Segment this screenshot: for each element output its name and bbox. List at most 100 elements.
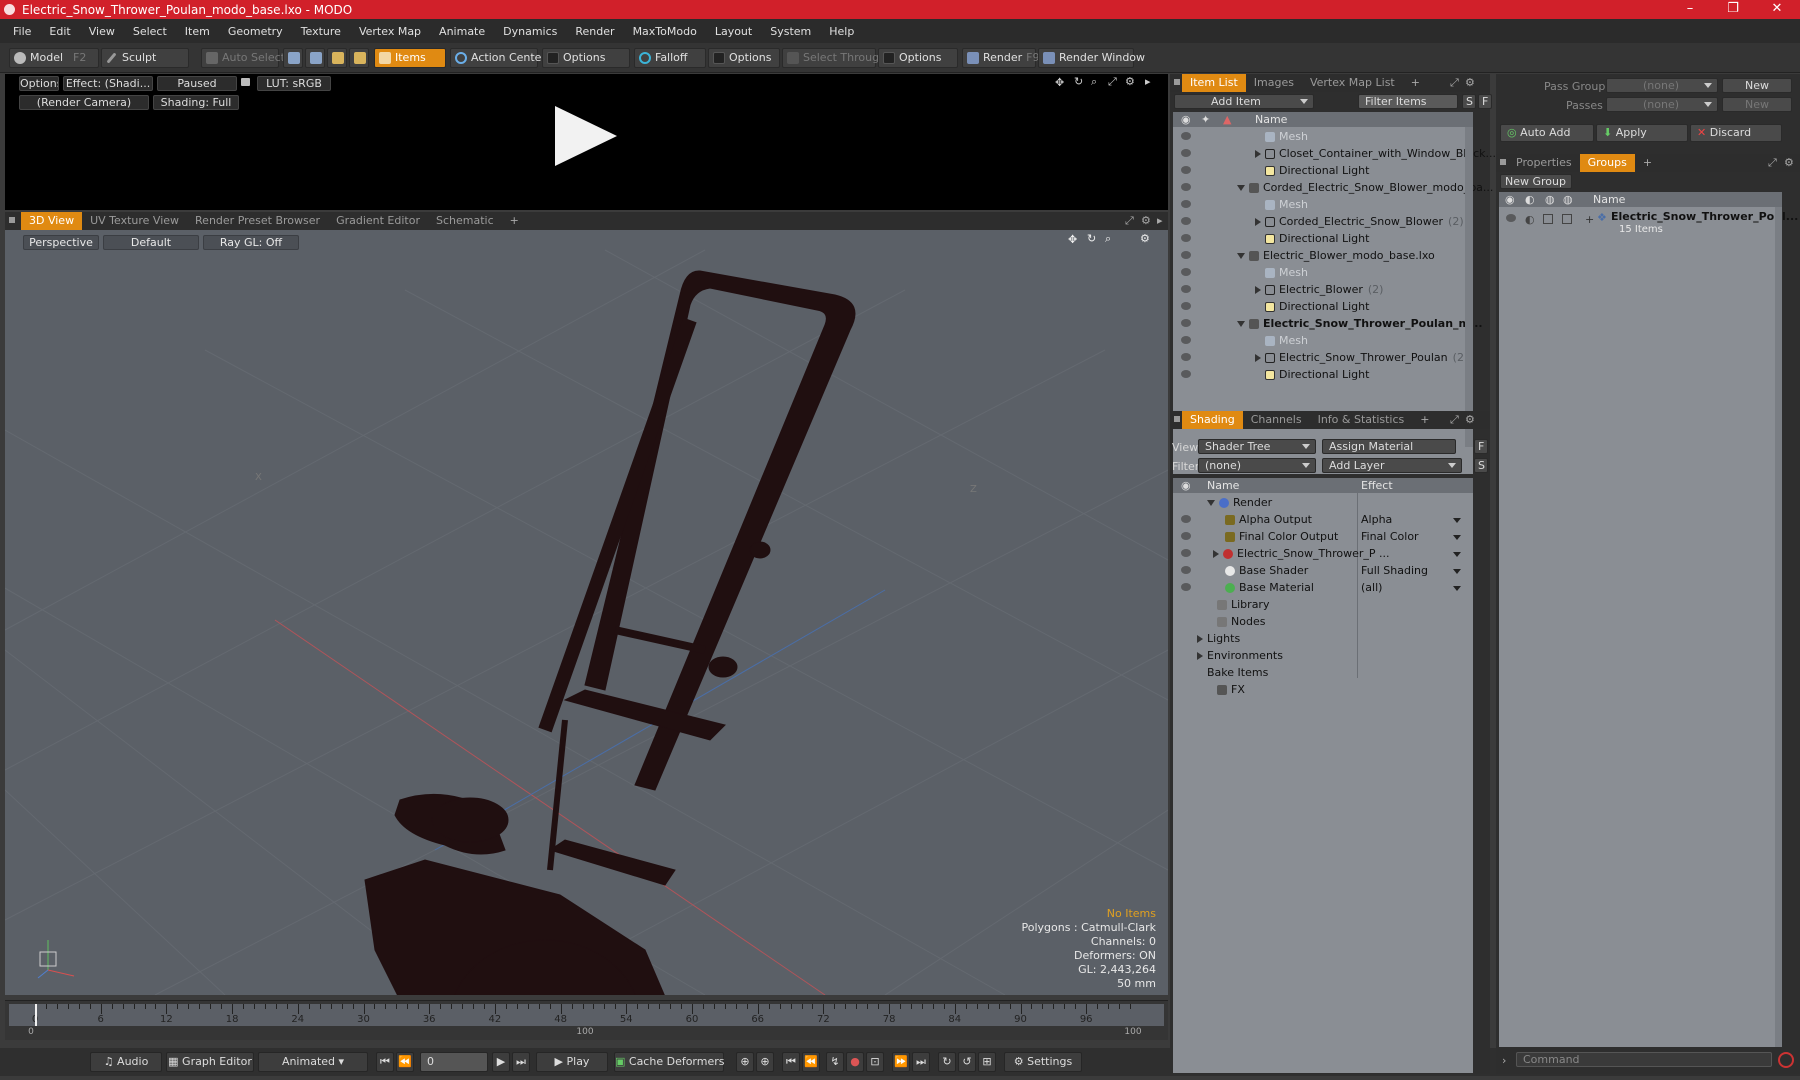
visibility-eye-icon[interactable] — [1181, 370, 1191, 378]
rotate-icon[interactable]: ↻ — [1074, 75, 1083, 88]
tab-info-statistics[interactable]: Info & Statistics — [1310, 411, 1413, 429]
menu-animate[interactable]: Animate — [430, 25, 494, 38]
visibility-eye-icon[interactable] — [1181, 583, 1191, 591]
shader-tree-row[interactable]: Bake Items — [1173, 664, 1463, 681]
graph-editor-button[interactable]: ▦ Graph Editor — [166, 1052, 254, 1072]
menu-item[interactable]: Item — [176, 25, 219, 38]
expand-icon[interactable]: ⤢ — [1450, 76, 1459, 90]
item-list-row[interactable]: Mesh — [1173, 332, 1463, 349]
group-render-icon[interactable]: ◐ — [1525, 213, 1535, 226]
visibility-eye-icon[interactable] — [1181, 217, 1191, 225]
add-tab-button[interactable]: + — [502, 212, 527, 230]
item-list-row[interactable]: Directional Light — [1173, 298, 1463, 315]
key-tool-6-icon[interactable]: ⊡ — [866, 1052, 884, 1072]
passes-dropdown[interactable]: (none) — [1606, 97, 1718, 112]
lut-dropdown[interactable]: LUT: sRGB — [257, 76, 331, 91]
panel-menu-icon[interactable] — [1500, 159, 1506, 165]
shader-tree-row[interactable]: Alpha Output Alpha — [1173, 511, 1463, 528]
viewport-rotate-icon[interactable]: ↻ — [1087, 232, 1096, 245]
collapse-arrow-icon[interactable] — [1237, 253, 1245, 259]
animated-dropdown[interactable]: Animated ▾ — [258, 1052, 368, 1072]
visibility-eye-icon[interactable] — [1181, 183, 1191, 191]
zoom-icon[interactable]: ⌕ — [1091, 75, 1097, 89]
frame-input[interactable]: 0 — [420, 1052, 488, 1072]
gear-icon[interactable]: ⚙ — [1125, 75, 1135, 88]
filter-items-input[interactable]: Filter Items — [1358, 94, 1458, 109]
panel-gear-icon[interactable]: ⚙ — [1465, 413, 1475, 426]
visibility-eye-icon[interactable] — [1181, 200, 1191, 208]
visibility-eye-icon[interactable] — [1181, 268, 1191, 276]
visibility-eye-icon[interactable] — [1181, 566, 1191, 574]
expand-icon[interactable]: ⤢ — [1125, 214, 1134, 228]
expand-arrow-icon[interactable] — [1197, 652, 1203, 660]
falloff-button[interactable]: Falloff — [634, 48, 706, 68]
items-button[interactable]: Items — [374, 48, 446, 68]
shader-tree-row[interactable]: FX — [1173, 681, 1463, 698]
expand-icon[interactable]: ⤢ — [1768, 156, 1777, 170]
item-list-row[interactable]: Electric_Snow_Thrower_Poulan_m... — [1173, 315, 1483, 332]
filter-f-button[interactable]: F — [1478, 94, 1492, 109]
visibility-eye-icon[interactable] — [1181, 532, 1191, 540]
record-icon[interactable]: ● — [846, 1052, 864, 1072]
item-list-row[interactable]: Directional Light — [1173, 230, 1463, 247]
auto-select-button[interactable]: Auto Select — [201, 48, 285, 68]
expand-arrow-icon[interactable] — [1197, 635, 1203, 643]
menu-vertex-map[interactable]: Vertex Map — [350, 25, 430, 38]
item-list-row[interactable]: Directional Light — [1173, 366, 1463, 383]
key-tool-9-icon[interactable]: ↻ — [938, 1052, 956, 1072]
menu-geometry[interactable]: Geometry — [219, 25, 292, 38]
groups-scrollbar[interactable] — [1775, 207, 1782, 1047]
close-button[interactable]: ✕ — [1757, 0, 1797, 19]
item-list-row[interactable]: Directional Light — [1173, 162, 1463, 179]
expand-arrow-icon[interactable] — [1255, 150, 1261, 158]
key-tool-3-icon[interactable]: ⏮ — [782, 1052, 800, 1072]
move-icon[interactable]: ✥ — [1055, 76, 1064, 89]
visibility-eye-icon[interactable] — [1181, 166, 1191, 174]
apply-button[interactable]: ⬇ Apply — [1596, 124, 1688, 142]
effect-col-header[interactable]: Effect — [1361, 478, 1393, 493]
select-through-options-button[interactable]: Options — [878, 48, 958, 68]
preview-paused-button[interactable]: Paused — [157, 76, 237, 91]
menu-dynamics[interactable]: Dynamics — [494, 25, 566, 38]
shader-tree-row[interactable]: Render — [1173, 494, 1463, 511]
item-list-row[interactable]: Mesh — [1173, 264, 1463, 281]
visibility-eye-icon[interactable] — [1181, 549, 1191, 557]
add-item-dropdown[interactable]: Add Item — [1174, 94, 1314, 109]
tab-shading[interactable]: Shading — [1182, 411, 1243, 429]
tab-properties[interactable]: Properties — [1508, 154, 1580, 172]
action-center-button[interactable]: Action Center — [450, 48, 546, 68]
visibility-eye-icon[interactable] — [1181, 149, 1191, 157]
select-polygons-button[interactable] — [327, 48, 347, 68]
group-lock-checkbox[interactable] — [1543, 214, 1553, 224]
shader-tree-row[interactable]: Environments — [1173, 647, 1463, 664]
tab-uv-texture-view[interactable]: UV Texture View — [82, 212, 187, 230]
key-tool-5-icon[interactable]: ↯ — [826, 1052, 844, 1072]
add-tab-button[interactable]: + — [1412, 411, 1437, 429]
tab-groups[interactable]: Groups — [1579, 154, 1635, 172]
tab-render-preset-browser[interactable]: Render Preset Browser — [187, 212, 328, 230]
add-tab-button[interactable]: + — [1403, 74, 1428, 92]
shading-f-button[interactable]: F — [1474, 439, 1488, 454]
viewport-move-icon[interactable]: ✥ — [1068, 233, 1077, 246]
tab-channels[interactable]: Channels — [1243, 411, 1310, 429]
menu-maxtomodo[interactable]: MaxToModo — [624, 25, 706, 38]
expand-arrow-icon[interactable] — [1255, 218, 1261, 226]
shading-s-button[interactable]: S — [1474, 458, 1488, 473]
group-row[interactable]: ◐ + ❖ Electric_Snow_Thrower_Poul... 15 I… — [1499, 208, 1798, 238]
panel-menu-icon[interactable] — [1174, 79, 1180, 85]
visibility-eye-icon[interactable] — [1181, 132, 1191, 140]
visibility-eye-icon[interactable] — [1181, 234, 1191, 242]
falloff-options-button[interactable]: Options — [708, 48, 780, 68]
new-group-button[interactable]: New Group — [1500, 174, 1572, 189]
viewport-gear-icon[interactable]: ⚙ — [1140, 232, 1150, 245]
effect-dropdown-icon[interactable] — [1453, 535, 1461, 540]
item-list-row[interactable]: Corded_Electric_Snow_Blower (2) — [1173, 213, 1464, 230]
visibility-eye-icon[interactable] — [1181, 285, 1191, 293]
timeline[interactable]: 06121824303642485460667278849096 0 100 1… — [5, 1000, 1168, 1040]
group-visibility-icon[interactable] — [1506, 214, 1516, 222]
tab-item-list[interactable]: Item List — [1182, 74, 1246, 92]
tab-vertex-map-list[interactable]: Vertex Map List — [1302, 74, 1403, 92]
group-expand-icon[interactable]: + — [1585, 213, 1594, 226]
item-list-scrollbar[interactable] — [1465, 127, 1473, 447]
key-tool-11-icon[interactable]: ⊞ — [978, 1052, 996, 1072]
